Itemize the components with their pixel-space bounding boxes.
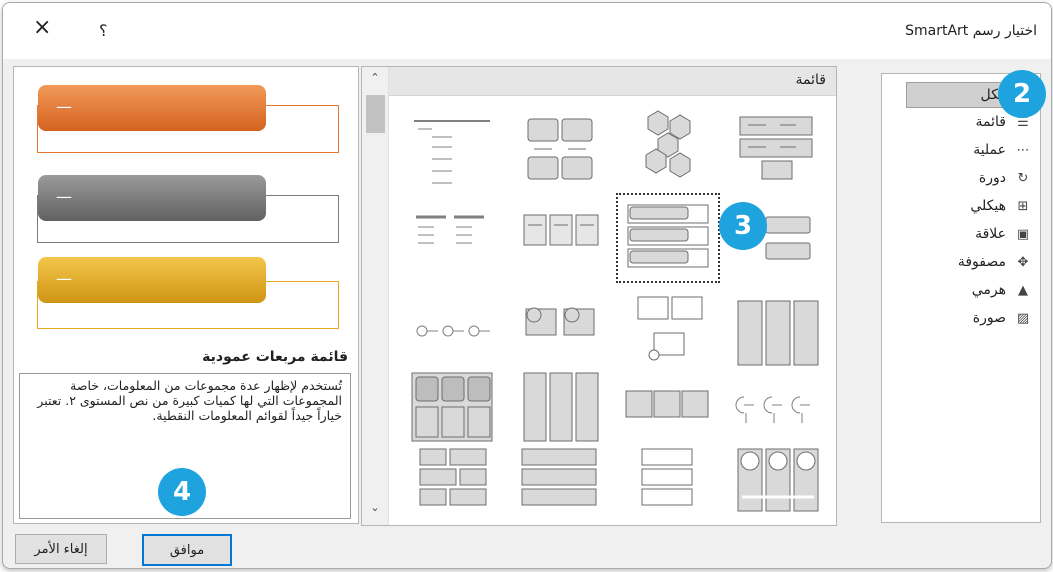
close-icon[interactable]: × xyxy=(33,15,51,40)
layout-tile-picture-strips[interactable] xyxy=(510,443,610,526)
category-label: دورة xyxy=(978,170,1006,186)
help-icon[interactable]: ؟ xyxy=(99,21,108,40)
layout-tile-bullet-list[interactable] xyxy=(402,107,502,193)
preview-dash: — xyxy=(56,97,72,116)
matrix-icon: ✥ xyxy=(1017,254,1029,270)
layout-tile-box-list[interactable] xyxy=(726,107,826,193)
cancel-button[interactable]: إلغاء الأمر xyxy=(15,534,107,564)
category-item-hierarchy[interactable]: ⊞ هيكلي xyxy=(904,194,1034,218)
title-bar: اختيار رسم SmartArt × ؟ xyxy=(3,3,1051,59)
layout-tile-grouped-list[interactable] xyxy=(510,107,610,193)
layout-preview: — — — قائمة مربعات عمودية تُستخدم لإظهار… xyxy=(13,66,359,524)
category-label: علاقة xyxy=(975,226,1006,242)
preview-bar-2: — xyxy=(38,175,266,221)
preview-bar-1: — xyxy=(38,85,266,131)
layout-tile-stacked-list[interactable] xyxy=(510,367,610,453)
gallery-header: قائمة xyxy=(389,67,836,96)
layout-tile-table-list[interactable] xyxy=(402,367,502,453)
layout-tile-bullet-circles[interactable] xyxy=(402,291,502,377)
category-item-pyramid[interactable]: ▲ هرمي xyxy=(904,278,1034,302)
pyramid-icon: ▲ xyxy=(1018,282,1028,298)
layout-tile-vertical-bullets[interactable] xyxy=(726,291,826,377)
category-item-process[interactable]: ⋯ عملية xyxy=(904,138,1034,162)
layout-tile-circle-labels[interactable] xyxy=(510,291,610,377)
relationship-icon: ▣ xyxy=(1016,226,1030,242)
layout-tile-three-column[interactable] xyxy=(510,203,610,289)
category-label: هرمي xyxy=(971,282,1006,298)
layout-tile-circle-arrows[interactable] xyxy=(726,443,826,526)
scroll-down-icon[interactable]: ⌄ xyxy=(362,501,388,519)
layout-tile-vertical-box-list[interactable] xyxy=(616,193,720,283)
layout-tile-vertical-steps[interactable] xyxy=(618,443,718,526)
gallery-scrollbar[interactable]: ⌃ ⌄ xyxy=(362,67,389,525)
preview-dash: — xyxy=(56,187,72,206)
cycle-icon: ↻ xyxy=(1017,170,1029,186)
preview-dash: — xyxy=(56,269,72,288)
layout-tile-descending-blocks[interactable] xyxy=(726,367,826,453)
category-item-picture[interactable]: ▨ صورة xyxy=(904,306,1034,330)
layout-gallery: ⌃ ⌄ قائمة xyxy=(361,66,837,526)
callout-badge-3: 3 xyxy=(719,202,767,250)
ok-button[interactable]: موافق xyxy=(142,534,232,566)
callout-badge-4: 4 xyxy=(158,468,206,516)
preview-bar-3: — xyxy=(38,257,266,303)
category-item-matrix[interactable]: ✥ مصفوفة xyxy=(904,250,1034,274)
layout-tile-picture-caption[interactable] xyxy=(618,291,718,377)
preview-title: قائمة مربعات عمودية xyxy=(202,349,348,365)
layout-tile-hexagon-cluster[interactable] xyxy=(618,107,718,193)
dialog-title: اختيار رسم SmartArt xyxy=(905,23,1037,39)
category-label: هيكلي xyxy=(970,198,1006,214)
scroll-thumb[interactable] xyxy=(366,95,385,133)
category-item-relationship[interactable]: ▣ علاقة xyxy=(904,222,1034,246)
callout-badge-2: 2 xyxy=(998,70,1046,118)
hierarchy-icon: ⊞ xyxy=(1017,198,1029,214)
category-label: عملية xyxy=(973,142,1006,158)
category-label: مصفوفة xyxy=(957,254,1006,270)
layout-tile-process-list[interactable] xyxy=(618,367,718,453)
layout-tile-grid-blocks[interactable] xyxy=(402,443,502,526)
category-list: ▤ الكل ☰ قائمة ⋯ عملية ↻ دورة ⊞ هيكلي ▣ … xyxy=(881,73,1041,523)
preview-description: تُستخدم لإظهار عدة مجموعات من المعلومات،… xyxy=(37,378,342,423)
category-item-cycle[interactable]: ↻ دورة xyxy=(904,166,1034,190)
scroll-up-icon[interactable]: ⌃ xyxy=(362,71,388,89)
gallery-header-label: قائمة xyxy=(795,72,826,88)
picture-icon: ▨ xyxy=(1016,310,1030,326)
process-icon: ⋯ xyxy=(1016,142,1030,158)
category-label: صورة xyxy=(972,310,1006,326)
layout-tile-double-bullet[interactable] xyxy=(402,203,502,289)
category-label: قائمة xyxy=(975,114,1006,130)
